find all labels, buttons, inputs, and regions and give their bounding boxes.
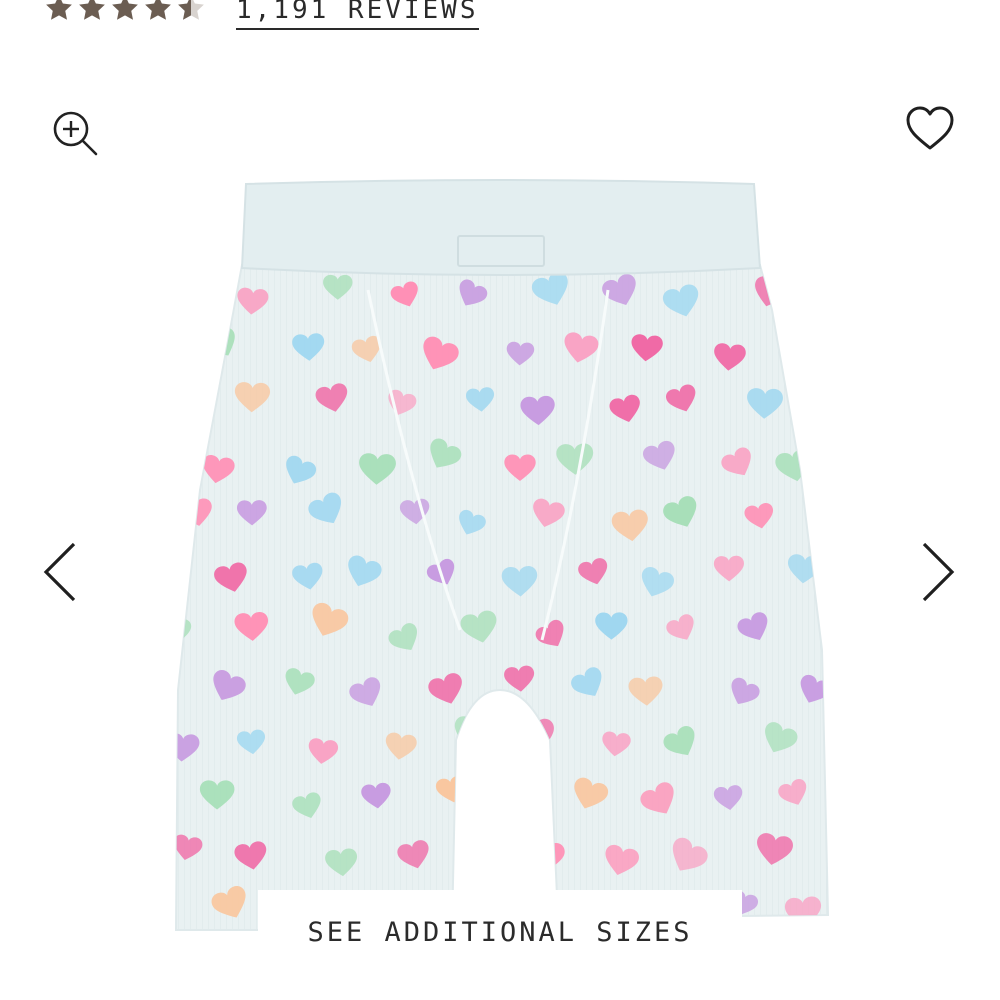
print-heart [460, 839, 495, 872]
star-icon [145, 0, 171, 20]
print-heart [176, 395, 208, 428]
next-image-button[interactable] [918, 540, 958, 604]
print-heart [176, 281, 201, 308]
half-star-icon [178, 0, 204, 20]
favorite-button[interactable] [904, 104, 956, 152]
see-additional-sizes-button[interactable]: SEE ADDITIONAL SIZES [258, 890, 742, 974]
chevron-left-icon [43, 542, 76, 602]
waistband [240, 179, 762, 276]
product-image [160, 170, 840, 950]
previous-image-button[interactable] [40, 540, 80, 604]
heart-outline-icon [906, 106, 954, 150]
star-icon [46, 0, 72, 20]
star-rating [44, 0, 206, 23]
rating-row [44, 0, 206, 30]
star-icon [79, 0, 105, 20]
reviews-link[interactable]: 1,191 REVIEWS [236, 0, 479, 30]
zoom-button[interactable] [50, 108, 100, 158]
print-heart [501, 777, 536, 808]
star-icon [112, 0, 138, 20]
print-heart [793, 332, 821, 359]
chevron-right-icon [922, 542, 955, 602]
zoom-in-icon [53, 111, 98, 156]
